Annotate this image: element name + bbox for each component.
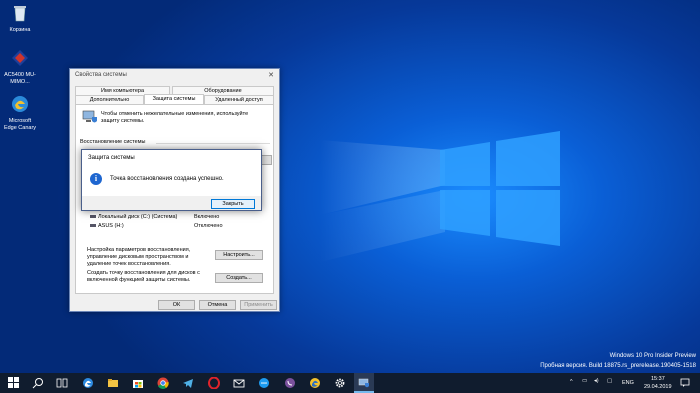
ok-button[interactable]: ОК: [158, 300, 195, 310]
edge-canary-icon: [12, 96, 28, 112]
file-explorer-icon[interactable]: [107, 377, 119, 389]
network-icon[interactable]: ▭: [582, 378, 587, 384]
store-icon[interactable]: [132, 377, 144, 389]
clock-date[interactable]: 29.04.2019: [644, 384, 672, 390]
tray-chevron-icon[interactable]: ^: [570, 379, 573, 385]
chrome-icon[interactable]: [157, 377, 169, 389]
system-properties-icon: [358, 378, 369, 388]
telegram-icon[interactable]: [182, 377, 194, 389]
messaging-icon[interactable]: [258, 377, 270, 389]
language-indicator[interactable]: ENG: [622, 380, 634, 386]
divider: [156, 143, 270, 144]
drive-icon: [90, 215, 96, 218]
configure-button[interactable]: Настроить...: [215, 250, 263, 260]
drive-status: Включено: [194, 214, 220, 220]
apply-button[interactable]: Применить: [240, 300, 277, 310]
desktop-icon-label: AC5400 MU-MIMO...: [4, 72, 36, 85]
display-icon[interactable]: ▢: [607, 378, 612, 384]
list-item[interactable]: Локальный диск (C:) (Система): [90, 214, 177, 220]
build-watermark-line1: Windows 10 Pro Insider Preview: [609, 353, 696, 359]
drive-name: ASUS (H:): [98, 223, 124, 229]
drive-list[interactable]: Локальный диск (C:) (Система) Включено A…: [84, 211, 254, 239]
mail-icon[interactable]: [233, 377, 245, 389]
drive-status: Отключено: [194, 223, 223, 229]
edge-canary-taskbar-icon[interactable]: [309, 377, 321, 389]
notifications-icon[interactable]: [680, 378, 690, 388]
message-dialog[interactable]: Защита системы i Точка восстановления со…: [81, 149, 262, 211]
taskbar: ^ ▭ ◂) ▢ ENG 15:37 29.04.2019: [0, 373, 700, 393]
start-windows-icon[interactable]: [8, 377, 20, 389]
create-text: Создать точку восстановления для дисков …: [87, 270, 200, 283]
desktop-icon-label: Корзина: [9, 27, 31, 33]
drive-name: Локальный диск (C:) (Система): [98, 214, 178, 220]
active-app-highlight[interactable]: [354, 373, 374, 393]
close-icon[interactable]: ✕: [268, 71, 274, 79]
task-view-icon[interactable]: [56, 377, 68, 389]
dialog-close-button[interactable]: Закрыть: [211, 199, 255, 209]
tab-remote[interactable]: Удаленный доступ: [204, 95, 274, 104]
recycle-bin-icon: [14, 6, 26, 22]
list-item[interactable]: ASUS (H:): [90, 223, 124, 229]
info-icon: i: [90, 173, 102, 185]
opera-icon[interactable]: [208, 377, 220, 389]
dialog-message: Точка восстановления создана успешно.: [110, 176, 224, 182]
create-button[interactable]: Создать...: [215, 273, 263, 283]
volume-icon[interactable]: ◂): [594, 378, 599, 384]
drive-icon: [90, 224, 96, 227]
desktop-icon-recycle-bin[interactable]: Корзина: [0, 4, 40, 34]
section-restore-label: Восстановление системы: [80, 139, 146, 145]
intro-text: Чтобы отменить нежелательные изменения, …: [101, 111, 249, 124]
computer-shield-icon: [82, 110, 97, 123]
tab-advanced[interactable]: Дополнительно: [75, 95, 144, 104]
build-watermark-line2: Пробная версия. Build 18875.rs_prereleas…: [540, 363, 696, 369]
tab-system-protection[interactable]: Защита системы: [144, 94, 204, 104]
clock-time[interactable]: 15:37: [651, 376, 665, 382]
edge-icon[interactable]: [82, 377, 94, 389]
dialog-title: Защита системы: [88, 155, 135, 161]
desktop-icon-edge-canary[interactable]: Microsoft Edge Canary: [0, 95, 40, 132]
ac5400-app-icon: [12, 50, 28, 66]
configure-text: Настройка параметров восстановления, упр…: [87, 247, 191, 267]
viber-icon[interactable]: [284, 377, 296, 389]
window-title: Свойства системы: [75, 72, 127, 78]
desktop-icon-ac5400[interactable]: AC5400 MU-MIMO...: [0, 49, 40, 86]
search-icon[interactable]: [32, 377, 44, 389]
desktop-icon-label: Microsoft Edge Canary: [3, 118, 37, 131]
settings-gear-icon[interactable]: [334, 377, 346, 389]
cancel-button[interactable]: Отмена: [199, 300, 236, 310]
